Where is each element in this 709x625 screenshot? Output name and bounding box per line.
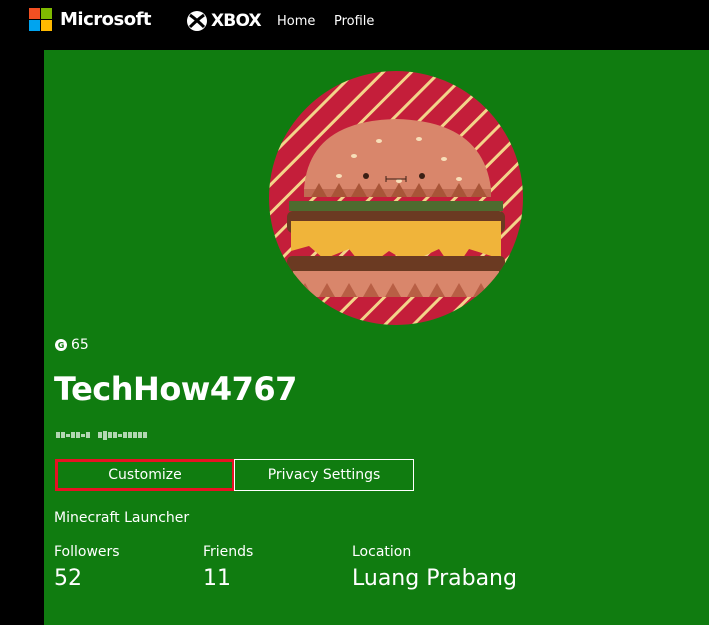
privacy-settings-button[interactable]: Privacy Settings (234, 459, 414, 491)
friends-value: 11 (203, 566, 231, 591)
followers-value: 52 (54, 566, 82, 591)
profile-hero: G 65 TechHow4767 Customize Privacy Setti… (44, 50, 709, 625)
followers-stat[interactable]: Followers 52 (54, 544, 120, 591)
followers-label: Followers (54, 544, 120, 560)
location-stat: Location Luang Prabang (352, 544, 517, 591)
nav-profile[interactable]: Profile (334, 14, 374, 29)
nav-home[interactable]: Home (277, 14, 315, 29)
gamerscore-icon: G (55, 339, 67, 351)
gamerscore: G 65 (55, 337, 89, 353)
friends-label: Friends (203, 544, 254, 560)
avatar[interactable] (269, 71, 523, 325)
presence-text: Minecraft Launcher (54, 510, 190, 526)
location-value: Luang Prabang (352, 566, 517, 591)
xbox-logo-icon[interactable] (186, 10, 208, 32)
customize-button[interactable]: Customize (55, 459, 235, 491)
microsoft-logo-icon[interactable] (29, 8, 53, 32)
gamertag: TechHow4767 (54, 370, 297, 408)
gamerscore-value: 65 (71, 337, 89, 353)
microsoft-brand[interactable]: Microsoft (60, 9, 152, 30)
xbox-brand[interactable]: XBOX (211, 11, 262, 31)
friends-stat[interactable]: Friends 11 (203, 544, 253, 591)
location-label: Location (352, 544, 412, 560)
top-bar: Microsoft XBOX Home Profile (0, 0, 709, 43)
blurred-real-name (56, 430, 147, 442)
